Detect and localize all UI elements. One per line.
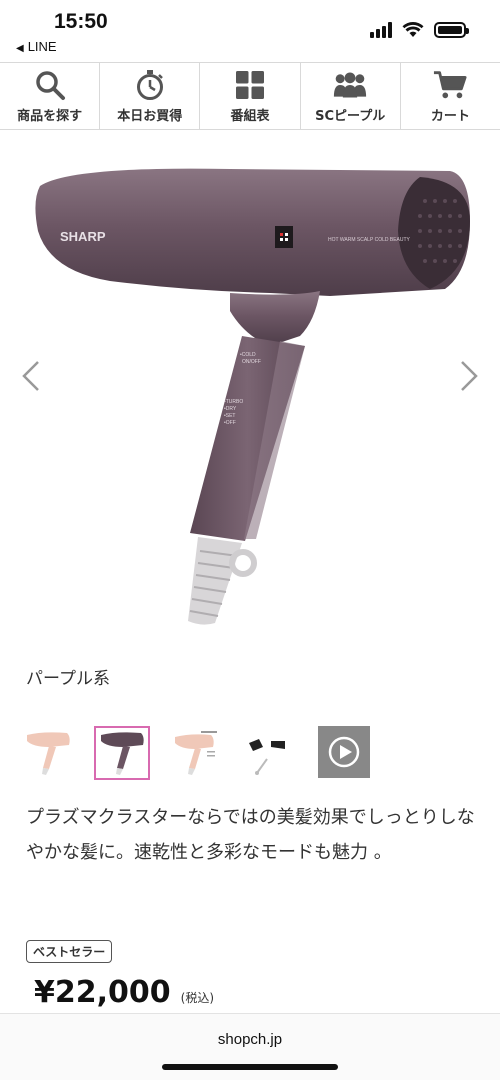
- product-description: プラズマクラスターならではの美髪効果でしっとりしなやかな髪に。速乾性と多彩なモー…: [26, 807, 475, 863]
- hair-dryer-image: SHARP HOT WARM SCALP COLD BEAUTY MODE BE…: [35, 168, 470, 625]
- thumb-pink-dryer-info[interactable]: [168, 726, 224, 780]
- nav-item-today-deals[interactable]: 本日お買得: [100, 63, 201, 129]
- battery-icon: [434, 22, 469, 38]
- nav-label-sc-people: SCピープル: [315, 108, 386, 124]
- pink-dryer-info-thumb-image: [175, 731, 217, 775]
- nav-label-search: 商品を探す: [17, 108, 83, 124]
- nav-label-tv-schedule: 番組表: [230, 108, 270, 124]
- svg-text:•TURBO: •TURBO: [224, 399, 243, 405]
- bestseller-badge: ベストセラー: [26, 940, 113, 963]
- thumb-pink-dryer[interactable]: [20, 726, 76, 780]
- back-triangle-icon: ◀: [16, 43, 24, 54]
- purple-dryer-thumb-image: [101, 732, 144, 775]
- nav-label-today-deals: 本日お買得: [117, 108, 183, 124]
- nav-item-cart[interactable]: カート: [401, 63, 500, 129]
- people-icon: [334, 71, 367, 98]
- tax-label: (税込): [180, 991, 215, 1005]
- play-icon: [328, 736, 360, 768]
- wifi-icon: [402, 22, 424, 37]
- search-icon: [35, 70, 65, 100]
- status-icons: [370, 22, 469, 38]
- nav-item-sc-people[interactable]: SCピープル: [301, 63, 401, 129]
- cart-icon: [434, 70, 467, 98]
- url-text: shopch.jp: [217, 1031, 283, 1048]
- svg-text:•SET: •SET: [224, 413, 235, 419]
- product-image-carousel: SHARP HOT WARM SCALP COLD BEAUTY MODE BE…: [0, 131, 500, 651]
- home-indicator[interactable]: [162, 1064, 338, 1070]
- thumb-attachments[interactable]: [242, 726, 298, 780]
- svg-text:•DRY: •DRY: [224, 406, 237, 412]
- grid-icon: [236, 70, 264, 99]
- device-mode-labels: HOT WARM SCALP COLD BEAUTY: [328, 237, 411, 243]
- attachments-thumb-image: [249, 739, 285, 775]
- svg-text:•COLD: •COLD: [240, 352, 256, 358]
- pink-dryer-thumb-image: [27, 732, 70, 775]
- svg-text:ON/OFF: ON/OFF: [242, 359, 261, 365]
- status-bar: 15:50 ◀ LINE: [0, 0, 500, 62]
- stopwatch-icon: [136, 69, 163, 100]
- color-name: パープル系: [26, 669, 110, 689]
- price-value: ¥22,000: [34, 975, 171, 1010]
- device-brand: SHARP: [60, 229, 106, 244]
- nav-item-search[interactable]: 商品を探す: [0, 63, 101, 129]
- back-app-label: LINE: [27, 39, 57, 54]
- price-block: ¥22,000 (税込): [34, 975, 214, 1010]
- svg-text:•OFF: •OFF: [224, 420, 236, 426]
- back-to-app-link[interactable]: ◀ LINE: [16, 39, 57, 54]
- signal-icon: [370, 22, 392, 38]
- nav-item-tv-schedule[interactable]: 番組表: [200, 63, 301, 129]
- thumb-video[interactable]: [318, 726, 370, 778]
- thumb-purple-dryer[interactable]: [94, 726, 150, 780]
- thumbnail-strip: [20, 726, 370, 780]
- nav-label-cart: カート: [430, 108, 470, 124]
- browser-url-bar[interactable]: shopch.jp: [0, 1013, 500, 1080]
- status-time: 15:50: [54, 10, 108, 33]
- main-nav: 商品を探す 本日お買得 番組表 SCピープル カート: [0, 62, 500, 130]
